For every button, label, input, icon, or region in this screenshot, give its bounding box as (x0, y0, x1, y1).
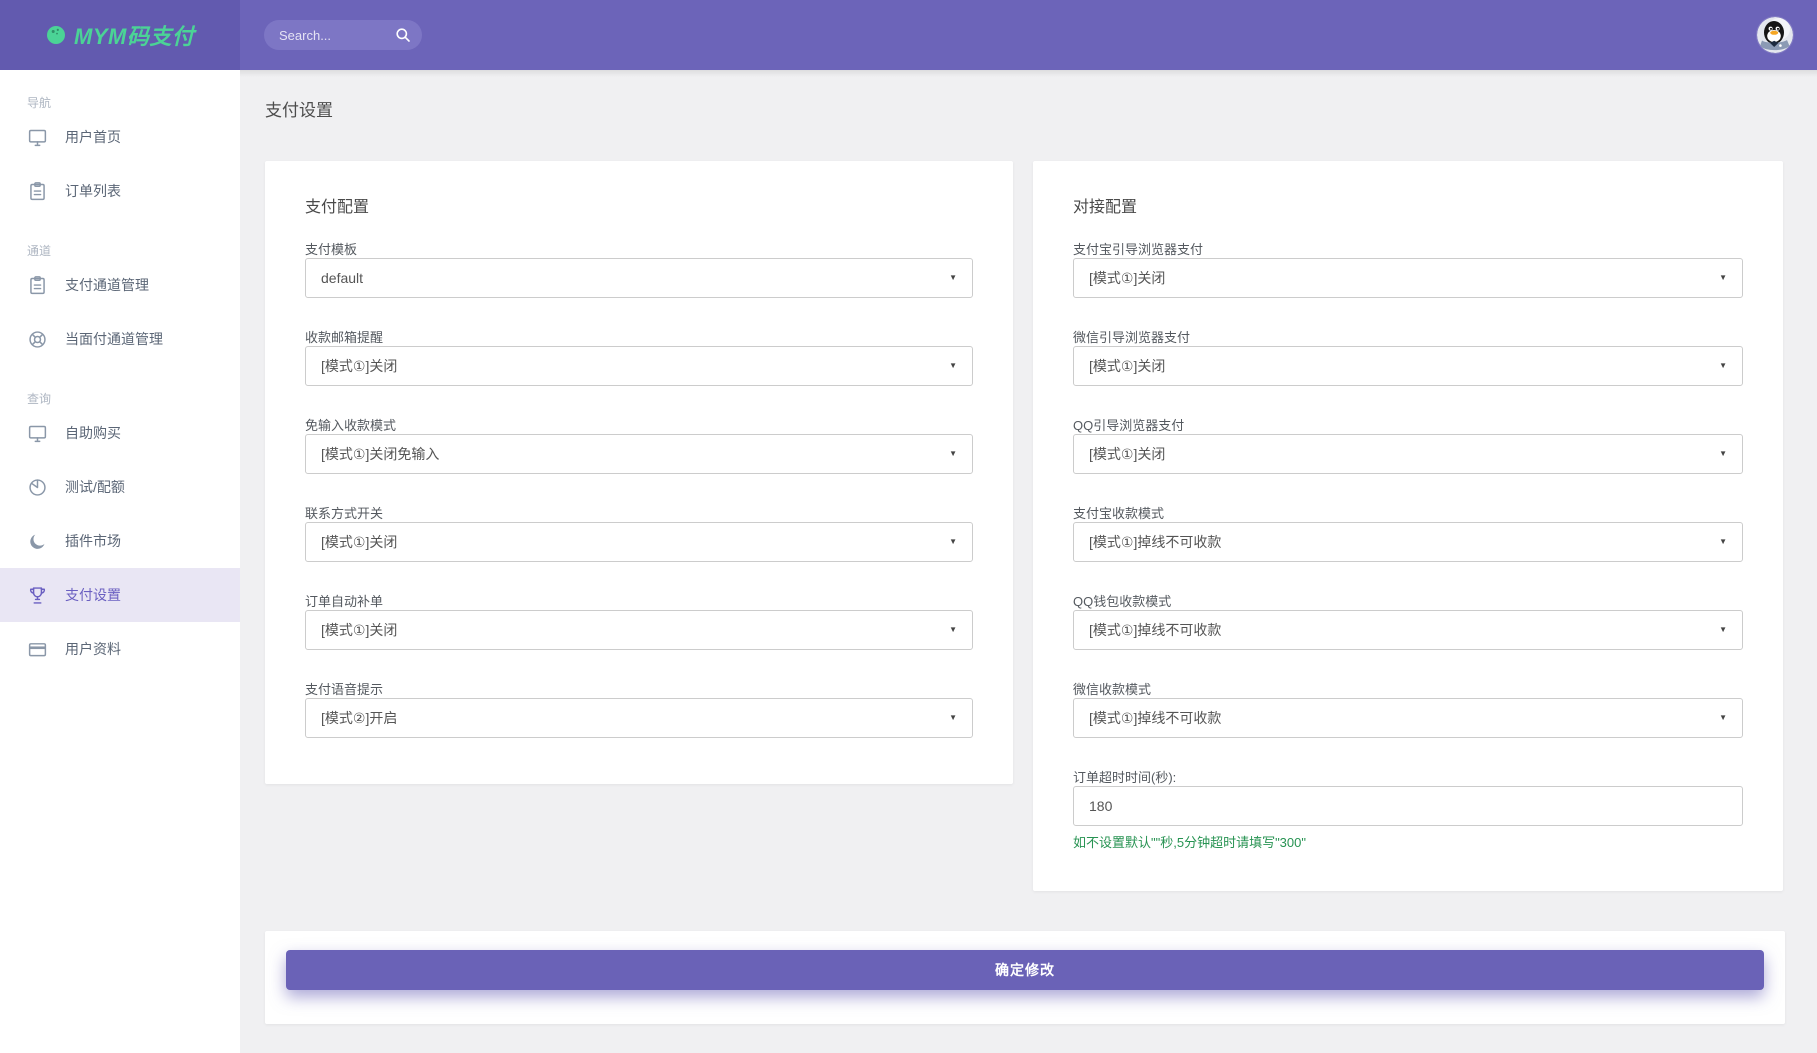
field-wechat-collect-mode: 微信收款模式 [模式①]掉线不可收款 ▼ (1073, 681, 1743, 738)
field-alipay-browser-pay: 支付宝引导浏览器支付 [模式①]关闭 ▼ (1073, 241, 1743, 298)
sidebar-item-label: 支付设置 (65, 585, 121, 605)
pay-template-select[interactable]: default (305, 258, 973, 298)
brand-title: MYM码支付 (74, 19, 194, 51)
field-label: 微信收款模式 (1073, 681, 1743, 698)
field-alipay-collect-mode: 支付宝收款模式 [模式①]掉线不可收款 ▼ (1073, 505, 1743, 562)
user-avatar[interactable] (1757, 17, 1793, 53)
sidebar-item-label: 用户资料 (65, 639, 121, 659)
sidebar-item-test-quota[interactable]: 测试/配额 (0, 460, 240, 514)
field-voice-prompt: 支付语音提示 [模式②]开启 ▼ (305, 681, 973, 738)
alipay-collect-mode-select[interactable]: [模式①]掉线不可收款 (1073, 522, 1743, 562)
order-timeout-input[interactable] (1073, 786, 1743, 826)
panel-heading: 支付配置 (305, 197, 973, 219)
sidebar-item-order-list[interactable]: 订单列表 (0, 164, 240, 218)
sidebar-item-label: 支付通道管理 (65, 275, 149, 295)
app-root: MYM码支付 (0, 0, 1817, 1053)
panel-heading: 对接配置 (1073, 197, 1743, 219)
sidebar-item-self-purchase[interactable]: 自助购买 (0, 406, 240, 460)
pay-config-panel: 支付配置 支付模板 default ▼ 收款邮箱提醒 [模式①]关闭 (265, 161, 1013, 784)
trophy-icon (27, 585, 48, 606)
sidebar-item-label: 订单列表 (65, 181, 121, 201)
sidebar-section-query: 查询 (27, 392, 240, 406)
voice-prompt-select[interactable]: [模式②]开启 (305, 698, 973, 738)
field-label: 支付宝引导浏览器支付 (1073, 241, 1743, 258)
sidebar-section-nav: 导航 (27, 96, 240, 110)
field-order-timeout: 订单超时时间(秒): 如不设置默认""秒,5分钟超时请填写"300" (1073, 769, 1743, 851)
wechat-browser-pay-select[interactable]: [模式①]关闭 (1073, 346, 1743, 386)
field-label: 免输入收款模式 (305, 417, 973, 434)
field-label: QQ引导浏览器支付 (1073, 417, 1743, 434)
monitor-icon (27, 127, 48, 148)
integration-config-panel: 对接配置 支付宝引导浏览器支付 [模式①]关闭 ▼ 微信引导浏览器支付 [模式 (1033, 161, 1783, 891)
field-label: 支付语音提示 (305, 681, 973, 698)
field-auto-reorder: 订单自动补单 [模式①]关闭 ▼ (305, 593, 973, 650)
sidebar-section-channel: 通道 (27, 244, 240, 258)
field-contact-switch: 联系方式开关 [模式①]关闭 ▼ (305, 505, 973, 562)
field-pay-template: 支付模板 default ▼ (305, 241, 973, 298)
sidebar-item-label: 自助购买 (65, 423, 121, 443)
main-content: 支付设置 支付配置 支付模板 default ▼ 收款邮箱提醒 (240, 70, 1817, 1053)
field-label: 支付模板 (305, 241, 973, 258)
field-no-input-mode: 免输入收款模式 [模式①]关闭免输入 ▼ (305, 417, 973, 474)
no-input-mode-select[interactable]: [模式①]关闭免输入 (305, 434, 973, 474)
qq-browser-pay-select[interactable]: [模式①]关闭 (1073, 434, 1743, 474)
timeout-help-note: 如不设置默认""秒,5分钟超时请填写"300" (1073, 834, 1743, 851)
field-label: 收款邮箱提醒 (305, 329, 973, 346)
field-label: 联系方式开关 (305, 505, 973, 522)
auto-reorder-select[interactable]: [模式①]关闭 (305, 610, 973, 650)
field-label: 订单超时时间(秒): (1073, 769, 1743, 786)
sidebar-item-user-profile[interactable]: 用户资料 (0, 622, 240, 676)
sidebar-item-label: 当面付通道管理 (65, 329, 163, 349)
monitor-icon (27, 423, 48, 444)
alipay-browser-pay-select[interactable]: [模式①]关闭 (1073, 258, 1743, 298)
settings-panels: 支付配置 支付模板 default ▼ 收款邮箱提醒 [模式①]关闭 (265, 161, 1785, 891)
page-title: 支付设置 (265, 96, 1785, 121)
qq-penguin-avatar-icon (1757, 17, 1793, 53)
wechat-collect-mode-select[interactable]: [模式①]掉线不可收款 (1073, 698, 1743, 738)
sidebar-item-plugin-market[interactable]: 插件市场 (0, 514, 240, 568)
submit-panel: 确定修改 (265, 931, 1785, 1024)
field-label: 订单自动补单 (305, 593, 973, 610)
sidebar-item-label: 测试/配额 (65, 477, 125, 497)
field-label: QQ钱包收款模式 (1073, 593, 1743, 610)
search-bar (264, 20, 422, 50)
pie-chart-icon (27, 477, 48, 498)
sidebar-item-pay-settings[interactable]: 支付设置 (0, 568, 240, 622)
sidebar-item-label: 用户首页 (65, 127, 121, 147)
contact-switch-select[interactable]: [模式①]关闭 (305, 522, 973, 562)
top-navbar: MYM码支付 (0, 0, 1817, 70)
sidebar: 导航 用户首页 订单列表 通道 支付通道管理 当面付通道管理 (0, 70, 240, 1053)
email-reminder-select[interactable]: [模式①]关闭 (305, 346, 973, 386)
clipboard-icon (27, 275, 48, 296)
sidebar-item-user-home[interactable]: 用户首页 (0, 110, 240, 164)
sidebar-item-pay-channel-mgmt[interactable]: 支付通道管理 (0, 258, 240, 312)
qq-wallet-collect-mode-select[interactable]: [模式①]掉线不可收款 (1073, 610, 1743, 650)
field-email-reminder: 收款邮箱提醒 [模式①]关闭 ▼ (305, 329, 973, 386)
clipboard-icon (27, 181, 48, 202)
sidebar-item-f2f-channel-mgmt[interactable]: 当面付通道管理 (0, 312, 240, 366)
field-label: 微信引导浏览器支付 (1073, 329, 1743, 346)
credit-card-icon (27, 639, 48, 660)
field-qq-wallet-collect-mode: QQ钱包收款模式 [模式①]掉线不可收款 ▼ (1073, 593, 1743, 650)
field-wechat-browser-pay: 微信引导浏览器支付 [模式①]关闭 ▼ (1073, 329, 1743, 386)
moon-icon (27, 531, 48, 552)
field-label: 支付宝收款模式 (1073, 505, 1743, 522)
confirm-save-button[interactable]: 确定修改 (286, 950, 1764, 990)
search-icon[interactable] (395, 27, 411, 43)
field-qq-browser-pay: QQ引导浏览器支付 [模式①]关闭 ▼ (1073, 417, 1743, 474)
life-ring-icon (27, 329, 48, 350)
brand-logo-icon (46, 25, 66, 45)
sidebar-item-label: 插件市场 (65, 531, 121, 551)
brand[interactable]: MYM码支付 (0, 0, 240, 70)
